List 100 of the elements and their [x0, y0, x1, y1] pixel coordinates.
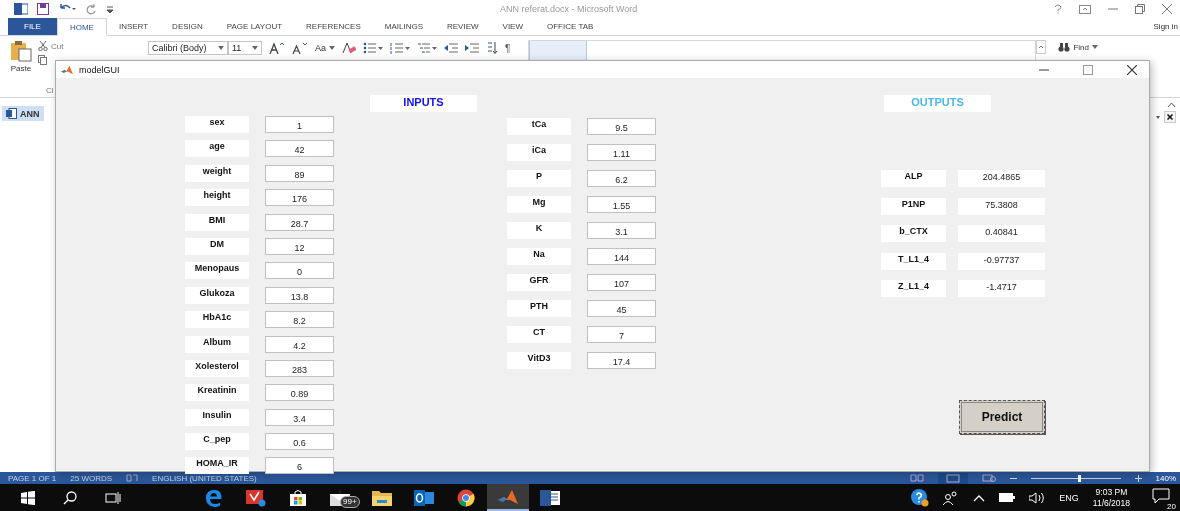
input-field[interactable]: 7 [587, 326, 656, 343]
bullets-icon[interactable] [363, 42, 383, 54]
customize-icon[interactable] [106, 4, 114, 14]
multilevel-list-icon[interactable] [417, 42, 437, 54]
find-button[interactable]: Find [1058, 42, 1098, 52]
clear-formatting-icon[interactable] [342, 42, 356, 54]
ribbon-tab[interactable]: OFFICE TAB [535, 18, 606, 35]
input-field[interactable]: 1.55 [587, 196, 656, 213]
ribbon-tab[interactable]: DESIGN [160, 18, 215, 35]
window-title: modelGUI [79, 64, 120, 75]
taskbar-app[interactable]: 99+ [319, 484, 361, 511]
folder-icon [372, 489, 392, 506]
ribbon-tab[interactable]: FILE [8, 18, 57, 35]
slider-thumb[interactable] [1078, 474, 1082, 482]
zoom-in-icon[interactable] [1134, 474, 1142, 482]
input-field[interactable]: 176 [265, 189, 334, 207]
input-field[interactable]: 45 [587, 300, 656, 317]
battery-icon[interactable] [999, 493, 1016, 502]
input-field[interactable]: 8.2 [265, 311, 334, 329]
field-label: CT [507, 326, 571, 343]
caret-icon [252, 46, 258, 50]
output-value: 204.4865 [958, 170, 1045, 187]
page-count[interactable]: PAGE 1 OF 1 [8, 473, 57, 483]
input-field[interactable]: 3.4 [265, 408, 334, 426]
input-field[interactable]: 89 [265, 164, 334, 182]
show-formatting-button[interactable]: ¶ [505, 42, 511, 54]
ribbon-tab[interactable]: PAGE LAYOUT [214, 18, 295, 35]
input-field[interactable]: 107 [587, 274, 656, 291]
word-count[interactable]: 25 WORDS [70, 473, 113, 483]
decrease-indent-icon[interactable] [444, 42, 458, 54]
chevron-up-icon[interactable] [973, 493, 986, 502]
input-field[interactable]: 4.2 [265, 335, 334, 353]
input-field[interactable]: 28.7 [265, 213, 334, 231]
web-layout-icon[interactable] [981, 474, 996, 482]
clipboard-icon [10, 40, 32, 62]
ribbon-tab[interactable]: REFERENCES [294, 18, 373, 35]
maximize-icon[interactable] [1083, 64, 1093, 75]
increase-indent-icon[interactable] [465, 42, 479, 54]
input-field[interactable]: 13.8 [265, 286, 334, 304]
input-field[interactable]: 6.2 [587, 170, 656, 187]
input-field[interactable]: 1.11 [587, 144, 656, 161]
input-field[interactable]: 3.1 [587, 222, 656, 239]
ribbon-tab[interactable]: MAILINGS [372, 18, 435, 35]
ribbon-tab[interactable]: REVIEW [435, 18, 491, 35]
search-icon[interactable] [63, 490, 77, 505]
close-tab-icon[interactable] [1164, 111, 1176, 123]
numbering-icon[interactable] [390, 42, 410, 54]
copy-icon[interactable] [38, 55, 47, 65]
print-layout-icon[interactable] [937, 472, 968, 484]
field-label: iCa [507, 144, 571, 161]
close-icon[interactable] [1127, 64, 1137, 75]
input-field[interactable]: 0 [265, 262, 334, 280]
input-field[interactable]: 6 [265, 457, 334, 475]
help-icon[interactable] [911, 488, 930, 507]
input-field[interactable]: 17.4 [587, 352, 656, 369]
sort-icon[interactable] [486, 42, 498, 54]
zoom-level[interactable]: 140% [1155, 473, 1176, 483]
notification-icon[interactable] [1152, 487, 1172, 504]
paste-button[interactable]: Paste [10, 40, 32, 96]
scissors-icon [38, 41, 48, 51]
grow-font-icon[interactable] [269, 42, 285, 54]
redo-icon[interactable] [85, 3, 97, 15]
task-view-icon[interactable] [105, 490, 121, 505]
ribbon-display-icon[interactable] [1079, 4, 1091, 14]
people-icon[interactable] [943, 490, 960, 505]
input-field[interactable]: 0.6 [265, 433, 334, 451]
scroll-up-icon[interactable] [1036, 40, 1047, 54]
input-field[interactable]: 144 [587, 248, 656, 265]
clock-time[interactable]: 9:03 PM [1095, 486, 1128, 498]
input-field[interactable]: 42 [265, 140, 334, 158]
speaker-icon[interactable] [1029, 491, 1046, 504]
font-size-dropdown[interactable]: 11 [228, 41, 262, 55]
clock-date[interactable]: 11/6/2018 [1092, 497, 1130, 509]
read-mode-icon[interactable] [909, 474, 924, 482]
input-field[interactable]: 12 [265, 237, 334, 255]
save-icon[interactable] [37, 3, 49, 15]
input-field[interactable]: 9.5 [587, 118, 656, 135]
word-logo-icon [14, 3, 28, 15]
collapse-ribbon-icon[interactable] [1167, 102, 1176, 108]
cut-button[interactable]: Cut [38, 41, 64, 51]
input-field[interactable]: 283 [265, 359, 334, 377]
input-field[interactable]: 0.89 [265, 384, 334, 402]
shrink-font-icon[interactable] [292, 42, 308, 54]
input-field[interactable]: 1 [265, 116, 334, 133]
group-label: Cl [46, 86, 54, 95]
output-label: P1NP [881, 197, 946, 215]
output-value: -0.97737 [958, 252, 1045, 270]
language-status[interactable]: ENGLISH (UNITED STATES) [152, 473, 257, 483]
ribbon-tab[interactable]: HOME [56, 18, 107, 36]
ribbon-tab[interactable]: VIEW [490, 18, 535, 35]
ribbon-tab[interactable]: INSERT [106, 18, 161, 35]
windows-icon[interactable] [21, 490, 35, 505]
input-language[interactable]: ENG [1059, 492, 1079, 503]
change-case-button[interactable]: Aa [315, 43, 335, 53]
word-doc-icon [6, 108, 17, 119]
sign-in-link[interactable]: Sign in [1153, 18, 1180, 35]
document-tab[interactable]: ANN [2, 106, 44, 121]
font-dropdown[interactable]: Calibri (Body) [148, 41, 228, 55]
predict-button[interactable]: Predict [959, 400, 1045, 434]
restore-icon[interactable] [1135, 4, 1145, 14]
